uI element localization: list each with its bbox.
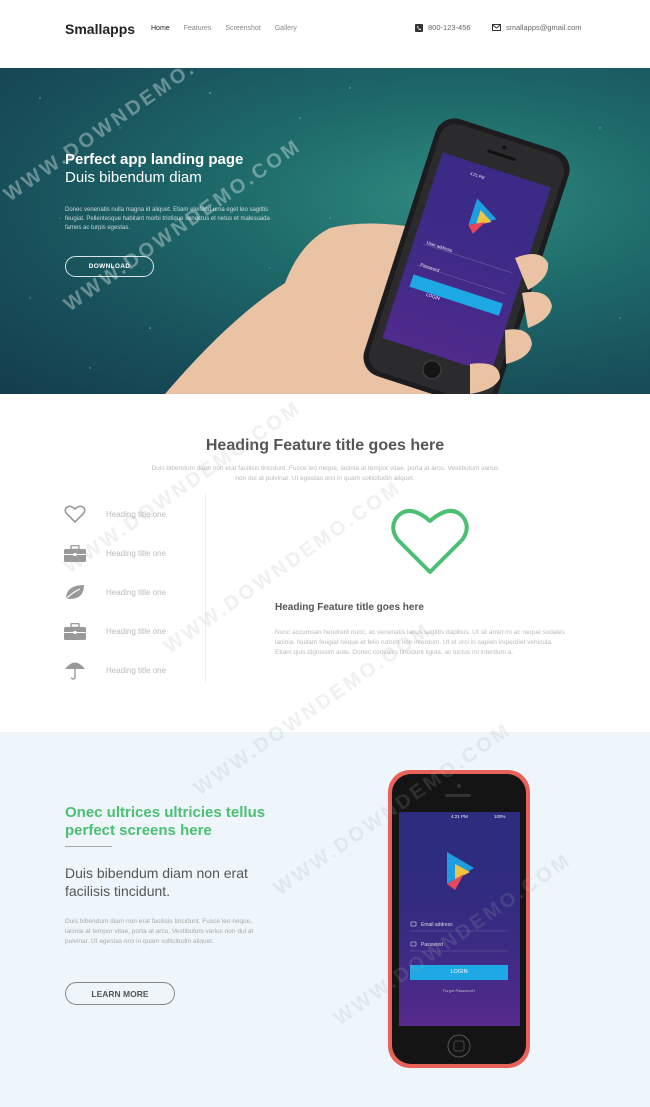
feature-item[interactable]: Heading title one — [62, 658, 202, 682]
nav-email-text[interactable]: smallapps@gmail.com — [506, 23, 582, 32]
umbrella-icon — [65, 662, 85, 680]
hero-phone-email-label: User address — [425, 239, 453, 254]
hero-phone-login-label: LOGIN — [425, 291, 441, 302]
feature-item[interactable]: Heading title one — [62, 502, 202, 526]
hero-phone-time: 4:21 PM — [469, 170, 486, 181]
nav-phone-text: 800-123-456 — [428, 23, 471, 32]
feature-item-label: Heading title one — [106, 548, 167, 558]
phone-icon — [415, 23, 423, 32]
nav-link-home[interactable]: Home — [151, 25, 170, 32]
brand-logo[interactable]: Smallapps — [65, 21, 135, 37]
phone-password-field: Password — [421, 942, 443, 948]
nav-link-screenshot[interactable]: Screenshot — [225, 25, 260, 32]
heart-icon — [391, 509, 469, 574]
feature-item[interactable]: Heading title one — [62, 541, 202, 565]
feature-item-label: Heading title one — [106, 626, 167, 636]
feature-item[interactable]: Heading title one — [62, 619, 202, 643]
feature-item-label: Heading title one — [106, 665, 167, 675]
feature-item[interactable]: Heading title one — [62, 580, 202, 604]
features-description: Duis bibendum diam non erat facilisis ti… — [151, 465, 499, 482]
nav-link-gallery[interactable]: Gallery — [275, 25, 297, 32]
feature-item-label: Heading title one — [106, 509, 167, 519]
feature-detail-title: Heading Feature title goes here — [275, 602, 424, 613]
feature-detail-text: Nunc accumsan hendrerit nunc, ac venenat… — [275, 629, 565, 656]
phone-email-field: Email address — [421, 922, 453, 928]
screens-section: Onec ultrices ultricies tellus perfect s… — [0, 619, 650, 1107]
phone-login-button: LOGIN — [450, 969, 468, 975]
envelope-icon — [492, 24, 501, 31]
features-title: Heading Feature title goes here — [205, 437, 445, 454]
nav-phone: 800-123-456 — [415, 23, 471, 32]
phone-screen: 4:21 PM 100% Email address Password LOGI… — [0, 732, 650, 1107]
hero-section: Perfect app landing page Duis bibendum d… — [0, 68, 650, 394]
nav-email: smallapps@gmail.com — [492, 23, 582, 32]
phone-status-time: 4:21 PM — [451, 814, 468, 819]
briefcase-icon — [64, 544, 86, 562]
briefcase-icon — [64, 622, 86, 640]
hero-phone-password-label: Password — [419, 262, 441, 273]
hero-phone-screen: User address Password LOGIN 4:21 PM — [0, 68, 650, 394]
nav-links: Home Features Screenshot Gallery — [151, 25, 297, 32]
phone-forgot-link: Forgot Password? — [442, 988, 476, 993]
top-navbar: Smallapps Home Features Screenshot Galle… — [0, 0, 650, 68]
heart-icon — [64, 505, 86, 523]
leaf-icon — [65, 585, 84, 600]
feature-item-label: Heading title one — [106, 587, 167, 597]
divider — [205, 494, 206, 682]
nav-link-features[interactable]: Features — [184, 25, 212, 32]
phone-battery: 100% — [494, 814, 506, 819]
